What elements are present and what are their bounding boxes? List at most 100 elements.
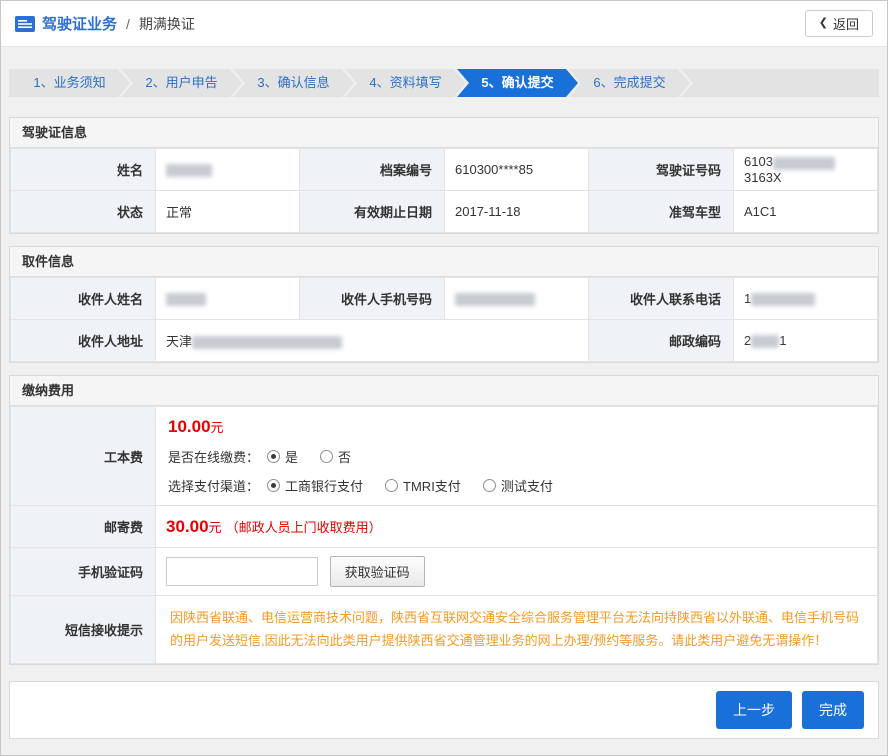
captcha-cell: 获取验证码 [156,548,878,596]
sms-notice-cell: 因陕西省联通、电信运营商技术问题，陕西省互联网交通安全综合服务管理平台无法向持陕… [156,596,878,664]
file-no-label: 档案编号 [300,149,445,191]
table-row: 手机验证码 获取验证码 [11,548,878,596]
back-label: 返回 [833,14,859,33]
postage-unit: 元 [209,520,222,535]
title-separator: / [126,16,130,32]
channel-icbc-option[interactable]: 工商银行支付 [267,476,363,495]
sms-notice-text: 因陕西省联通、电信运营商技术问题，陕西省互联网交通安全综合服务管理平台无法向持陕… [170,606,863,653]
step-nav: 1、业务须知 2、用户申告 3、确认信息 4、资料填写 5、确认提交 6、完成提… [9,69,879,97]
phone-prefix: 1 [744,291,751,306]
recipient-phone-label: 收件人联系电话 [589,278,734,320]
radio-unchecked-icon[interactable] [385,479,398,492]
recipient-phone-value: 1 [734,278,878,320]
postal-code-label: 邮政编码 [589,320,734,362]
redacted-phone [751,293,815,306]
sms-notice-label: 短信接收提示 [11,596,156,664]
table-row: 姓名 档案编号 610300****85 驾驶证号码 61033163X [11,149,878,191]
recipient-name-label: 收件人姓名 [11,278,156,320]
channel-tmri-label: TMRI支付 [403,476,461,495]
step-3-confirm-info[interactable]: 3、确认信息 [233,69,354,97]
pay-channel-row: 选择支付渠道： 工商银行支付 TMRI支付 测试支付 [168,476,865,495]
recipient-mobile-value [445,278,589,320]
license-info-section: 驾驶证信息 姓名 档案编号 610300****85 驾驶证号码 6103316… [9,117,879,234]
address-prefix: 天津 [166,334,192,349]
payment-title: 缴纳费用 [10,376,878,406]
step-nav-filler [681,69,879,97]
radio-unchecked-icon[interactable] [320,450,333,463]
postage-value: 30.00元（邮政人员上门收取费用） [156,506,878,548]
footer-bar: 上一步 完成 [9,681,879,739]
payment-table: 工本费 10.00元 是否在线缴费： 是 否 [10,406,878,664]
step-2-user-declaration[interactable]: 2、用户申告 [121,69,242,97]
vehicle-class-value: A1C1 [734,191,878,233]
redacted-postal [751,335,779,348]
page: 驾驶证业务 / 期满换证 ❮ 返回 1、业务须知 2、用户申告 3、确认信息 4… [0,0,888,756]
name-label: 姓名 [11,149,156,191]
pickup-info-section: 取件信息 收件人姓名 收件人手机号码 收件人联系电话 1 收件人地址 天津 邮政… [9,246,879,363]
redacted-license-no [773,157,835,170]
recipient-mobile-label: 收件人手机号码 [300,278,445,320]
step-4-fill-data[interactable]: 4、资料填写 [345,69,466,97]
table-row: 邮寄费 30.00元（邮政人员上门收取费用） [11,506,878,548]
fee-unit: 元 [211,420,224,435]
page-title: 驾驶证业务 [42,13,117,34]
table-row: 状态 正常 有效期止日期 2017-11-18 准驾车型 A1C1 [11,191,878,233]
online-pay-row: 是否在线缴费： 是 否 [168,447,865,466]
get-code-button[interactable]: 获取验证码 [330,556,425,587]
online-pay-label: 是否在线缴费： [168,447,259,466]
radio-checked-icon[interactable] [267,479,280,492]
license-no-suffix: 3163X [744,170,782,185]
step-6-finish-submit[interactable]: 6、完成提交 [569,69,690,97]
table-row: 收件人地址 天津 邮政编码 21 [11,320,878,362]
postage-note: （邮政人员上门收取费用） [226,520,382,535]
postal-suffix: 1 [779,333,786,348]
license-no-label: 驾驶证号码 [589,149,734,191]
channel-test-option[interactable]: 测试支付 [483,476,553,495]
pickup-info-title: 取件信息 [10,247,878,277]
postal-prefix: 2 [744,333,751,348]
pay-channel-label: 选择支付渠道： [168,476,259,495]
postal-code-value: 21 [734,320,878,362]
postage-label: 邮寄费 [11,506,156,548]
back-button[interactable]: ❮ 返回 [805,10,873,37]
fee-number: 10.00 [168,417,211,436]
recipient-address-value: 天津 [156,320,589,362]
fee-label: 工本费 [11,407,156,506]
previous-step-button[interactable]: 上一步 [716,691,792,729]
channel-tmri-option[interactable]: TMRI支付 [385,476,461,495]
redacted-mobile [455,293,535,306]
captcha-label: 手机验证码 [11,548,156,596]
vehicle-class-label: 准驾车型 [589,191,734,233]
online-pay-no-label: 否 [338,447,351,466]
step-5-confirm-submit-active[interactable]: 5、确认提交 [457,69,578,97]
fee-cell: 10.00元 是否在线缴费： 是 否 选择支 [156,407,878,506]
recipient-name-value [156,278,300,320]
redacted-recipient-name [166,293,206,306]
channel-icbc-label: 工商银行支付 [285,476,363,495]
license-info-title: 驾驶证信息 [10,118,878,148]
online-pay-no-option[interactable]: 否 [320,447,351,466]
channel-test-label: 测试支付 [501,476,553,495]
sms-code-input[interactable] [166,557,318,586]
step-1-business-notice[interactable]: 1、业务须知 [9,69,130,97]
online-pay-yes-option[interactable]: 是 [267,447,298,466]
table-row: 短信接收提示 因陕西省联通、电信运营商技术问题，陕西省互联网交通安全综合服务管理… [11,596,878,664]
back-chevron-icon: ❮ [819,18,828,29]
status-value: 正常 [156,191,300,233]
finish-button[interactable]: 完成 [802,691,864,729]
payment-section: 缴纳费用 工本费 10.00元 是否在线缴费： 是 [9,375,879,665]
recipient-address-label: 收件人地址 [11,320,156,362]
license-no-value: 61033163X [734,149,878,191]
table-row: 工本费 10.00元 是否在线缴费： 是 否 [11,407,878,506]
radio-checked-icon[interactable] [267,450,280,463]
pickup-info-table: 收件人姓名 收件人手机号码 收件人联系电话 1 收件人地址 天津 邮政编码 21 [10,277,878,362]
breadcrumb: 驾驶证业务 / 期满换证 [15,13,195,34]
page-subtitle: 期满换证 [139,14,195,34]
status-label: 状态 [11,191,156,233]
radio-unchecked-icon[interactable] [483,479,496,492]
name-value [156,149,300,191]
file-no-value: 610300****85 [445,149,589,191]
redacted-address [192,336,342,349]
license-no-prefix: 6103 [744,154,773,169]
expiry-label: 有效期止日期 [300,191,445,233]
